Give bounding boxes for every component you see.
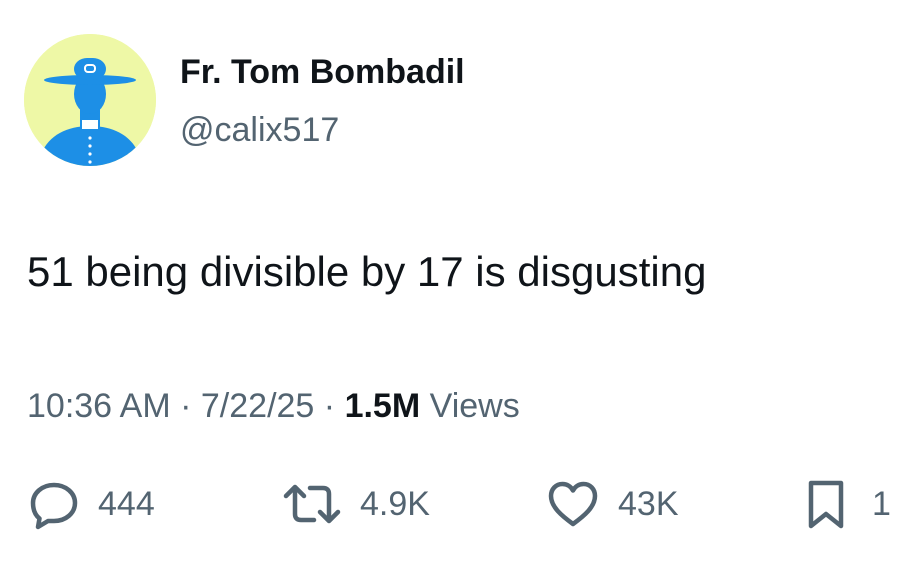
tweet-meta: 10:36 AM · 7/22/25 · 1.5M Views xyxy=(27,385,520,427)
reply-count: 444 xyxy=(98,484,155,523)
tweet-date[interactable]: 7/22/25 xyxy=(201,387,314,425)
repost-icon xyxy=(283,484,341,524)
repost-button[interactable]: 4.9K xyxy=(280,476,430,532)
bookmark-button[interactable]: 1 xyxy=(802,476,891,532)
like-count: 43K xyxy=(618,484,679,523)
views-label: Views xyxy=(429,387,520,425)
user-handle[interactable]: @calix517 xyxy=(180,110,339,150)
priest-silhouette-avatar-icon xyxy=(24,34,156,166)
repost-count: 4.9K xyxy=(360,484,430,523)
tweet-text: 51 being divisible by 17 is disgusting xyxy=(27,248,707,295)
display-name[interactable]: Fr. Tom Bombadil xyxy=(180,52,465,92)
meta-separator: · xyxy=(323,387,336,425)
bookmark-icon xyxy=(808,480,844,529)
avatar[interactable] xyxy=(24,34,156,166)
like-button[interactable]: 43K xyxy=(544,476,679,532)
meta-separator: · xyxy=(180,387,192,425)
views-count: 1.5M xyxy=(344,387,421,425)
tweet-time[interactable]: 10:36 AM xyxy=(27,387,171,425)
bookmark-count: 1 xyxy=(872,484,891,523)
reply-icon xyxy=(30,482,78,530)
reply-button[interactable]: 444 xyxy=(26,476,155,532)
heart-icon xyxy=(548,481,598,527)
